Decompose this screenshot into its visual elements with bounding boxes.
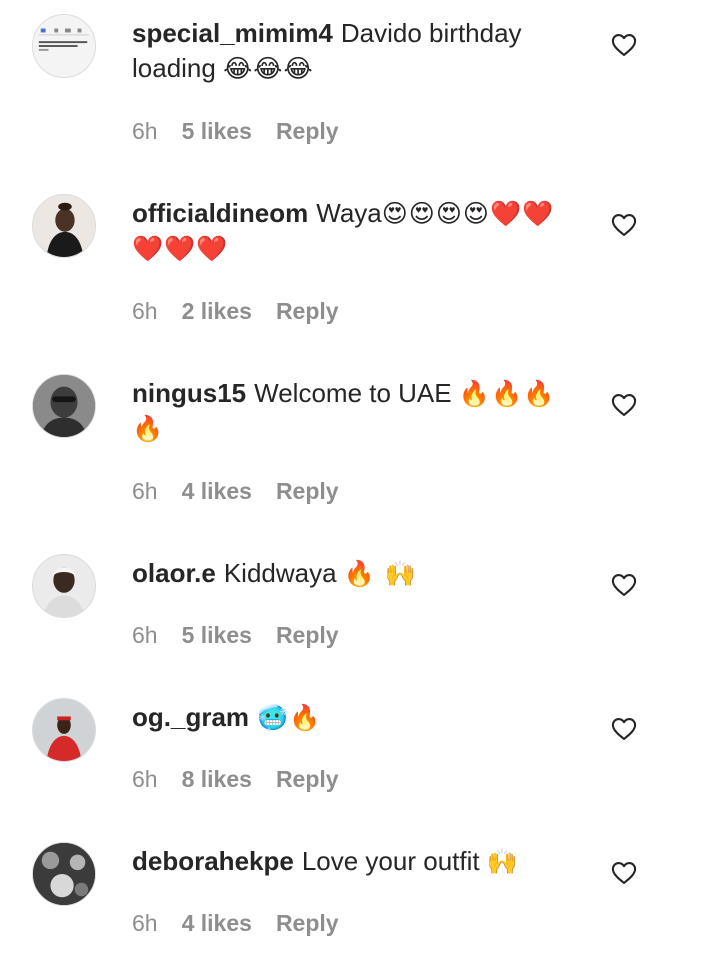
avatar[interactable] (32, 374, 96, 438)
comment-meta: 6h 8 likes Reply (132, 766, 339, 793)
comment-text: special_mimim4 Davido birthday loading 😂😂… (132, 16, 582, 86)
reply-button[interactable]: Reply (276, 766, 339, 792)
like-button[interactable] (610, 31, 638, 59)
avatar[interactable] (32, 14, 96, 78)
likes-count[interactable]: 8 likes (182, 766, 252, 792)
comment-emoji: 🔥 🙌 (343, 559, 417, 588)
likes-count[interactable]: 4 likes (182, 478, 252, 504)
heart-outline-icon (611, 214, 637, 236)
username-link[interactable]: og._gram (132, 702, 249, 732)
timestamp: 6h (132, 478, 158, 504)
username-link[interactable]: special_mimim4 (132, 18, 333, 48)
heart-outline-icon (611, 862, 637, 884)
timestamp: 6h (132, 766, 158, 792)
timestamp: 6h (132, 118, 158, 144)
timestamp: 6h (132, 298, 158, 324)
user-photo-avatar-icon (33, 843, 95, 905)
comment-text: deborahekpe Love your outfit 🙌 (132, 844, 582, 879)
like-button[interactable] (610, 859, 638, 887)
username-link[interactable]: deborahekpe (132, 846, 294, 876)
screenshot-thumbnail-avatar-icon (33, 15, 95, 77)
comment-text: og._gram 🥶🔥 (132, 700, 582, 735)
comment-message: Welcome to UAE (254, 378, 452, 408)
username-link[interactable]: officialdineom (132, 198, 308, 228)
user-photo-avatar-icon (33, 375, 95, 437)
avatar[interactable] (32, 194, 96, 258)
heart-outline-icon (611, 718, 637, 740)
user-photo-avatar-icon (33, 555, 95, 617)
comment-emoji: 😂😂😂 (223, 54, 314, 83)
reply-button[interactable]: Reply (276, 910, 339, 936)
username-link[interactable]: ningus15 (132, 378, 246, 408)
comment-text: olaor.e Kiddwaya 🔥 🙌 (132, 556, 582, 591)
comment-message: Waya (316, 198, 382, 228)
heart-outline-icon (611, 574, 637, 596)
likes-count[interactable]: 5 likes (182, 622, 252, 648)
avatar[interactable] (32, 842, 96, 906)
comment-text: officialdineom Waya😍😍😍😍❤️❤️❤️❤️❤️ (132, 196, 582, 266)
comment-emoji: 🥶🔥 (257, 703, 322, 732)
reply-button[interactable]: Reply (276, 118, 339, 144)
avatar[interactable] (32, 554, 96, 618)
comment-meta: 6h 4 likes Reply (132, 910, 339, 937)
comment-meta: 6h 5 likes Reply (132, 118, 339, 145)
comment-text: ningus15 Welcome to UAE 🔥🔥🔥🔥 (132, 376, 582, 446)
reply-button[interactable]: Reply (276, 478, 339, 504)
user-photo-avatar-icon (33, 699, 95, 761)
reply-button[interactable]: Reply (276, 298, 339, 324)
like-button[interactable] (610, 571, 638, 599)
like-button[interactable] (610, 715, 638, 743)
comment-message: Love your outfit (301, 846, 480, 876)
heart-outline-icon (611, 394, 637, 416)
like-button[interactable] (610, 391, 638, 419)
comment-message: Kiddwaya (223, 558, 337, 588)
heart-outline-icon (611, 34, 637, 56)
timestamp: 6h (132, 622, 158, 648)
username-link[interactable]: olaor.e (132, 558, 216, 588)
timestamp: 6h (132, 910, 158, 936)
comment-meta: 6h 5 likes Reply (132, 622, 339, 649)
like-button[interactable] (610, 211, 638, 239)
user-photo-avatar-icon (33, 195, 95, 257)
reply-button[interactable]: Reply (276, 622, 339, 648)
comment-emoji: 🙌 (486, 847, 519, 876)
likes-count[interactable]: 4 likes (182, 910, 252, 936)
likes-count[interactable]: 2 likes (182, 298, 252, 324)
avatar[interactable] (32, 698, 96, 762)
comment-meta: 6h 4 likes Reply (132, 478, 339, 505)
comment-meta: 6h 2 likes Reply (132, 298, 339, 325)
likes-count[interactable]: 5 likes (182, 118, 252, 144)
